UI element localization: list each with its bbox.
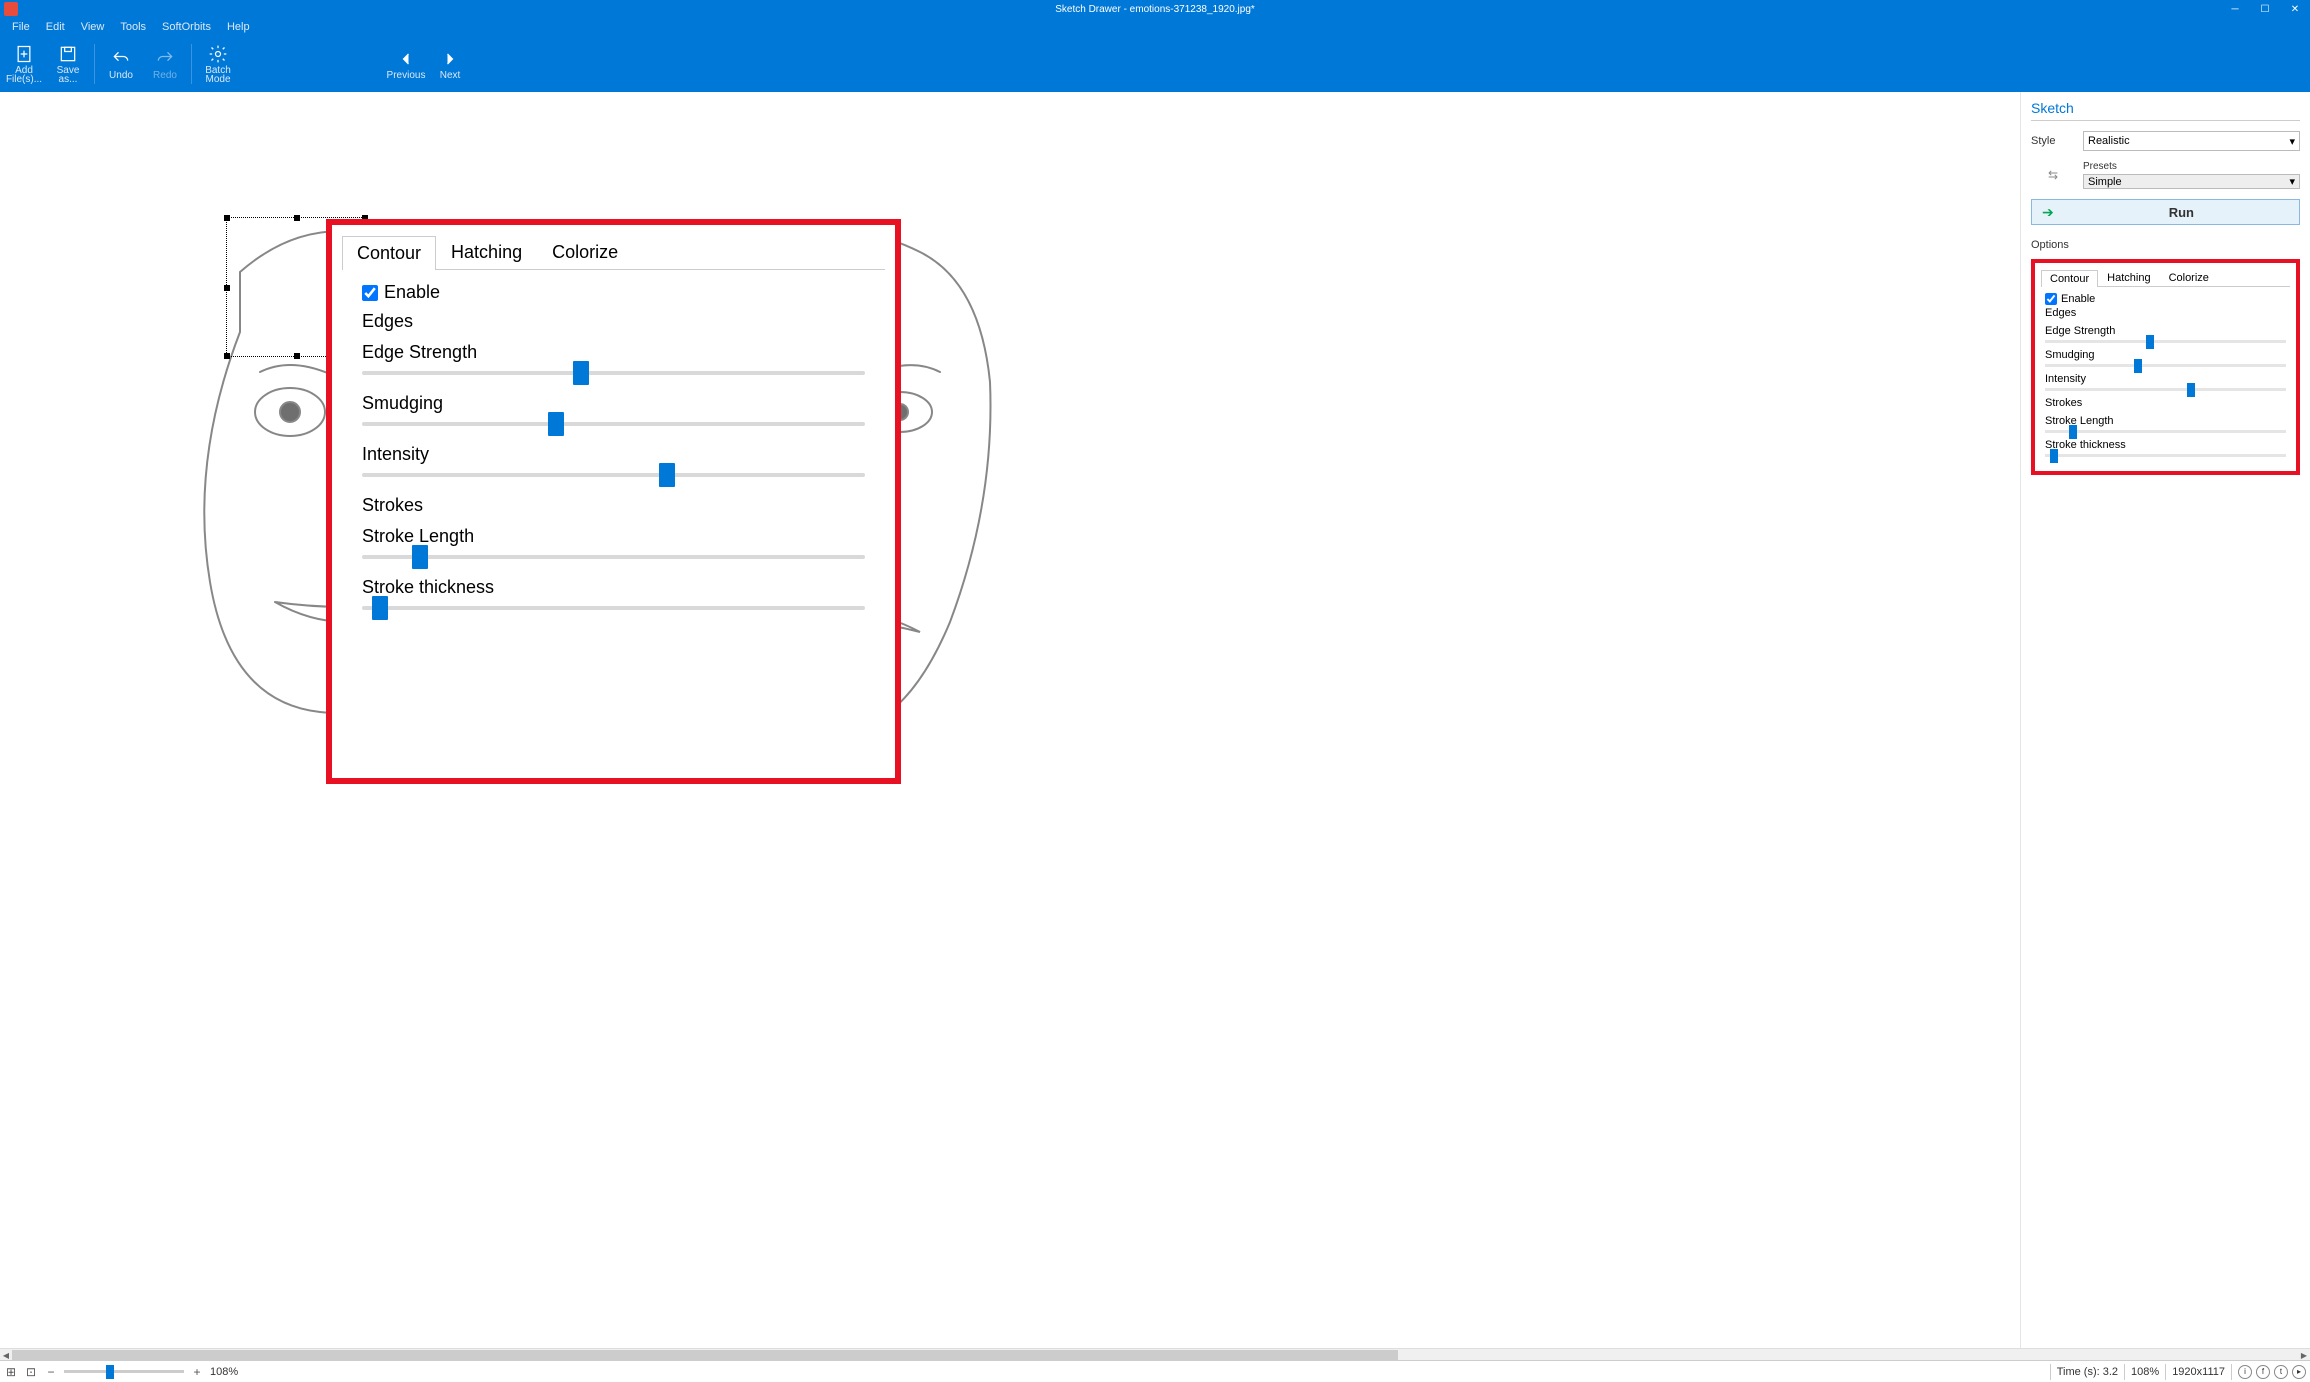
scroll-left-button[interactable]: ◀ [0, 1349, 12, 1361]
sp-edges-section: Edges [2045, 307, 2286, 319]
sp-tab-hatching[interactable]: Hatching [2098, 269, 2159, 286]
status-time: Time (s): 3.2 [2057, 1366, 2118, 1378]
style-select[interactable]: Realistic ▾ [2083, 131, 2300, 151]
sp-intensity-label: Intensity [2045, 373, 2286, 385]
presets-select[interactable]: Simple ▾ [2083, 174, 2300, 189]
sp-tab-contour[interactable]: Contour [2041, 270, 2098, 287]
sp-intensity-slider[interactable] [2045, 388, 2286, 391]
close-button[interactable]: ✕ [2280, 0, 2310, 18]
save-icon [58, 44, 78, 64]
sp-edge-strength-label: Edge Strength [2045, 325, 2286, 337]
side-panel-title: Sketch [2031, 100, 2300, 121]
window-title: Sketch Drawer - emotions-371238_1920.jpg… [1055, 4, 1255, 15]
save-as-button[interactable]: Saveas... [48, 39, 88, 89]
menu-tools[interactable]: Tools [112, 21, 154, 33]
zoom-actual-button[interactable]: ⊡ [24, 1365, 38, 1379]
sp-strokes-section: Strokes [2045, 397, 2286, 409]
sp-stroke-thickness-slider[interactable] [2045, 454, 2286, 457]
toolbar-separator [94, 44, 95, 84]
status-dimensions: 1920x1117 [2172, 1366, 2225, 1378]
sp-smudging-label: Smudging [2045, 349, 2286, 361]
status-zoom2: 108% [2131, 1366, 2159, 1378]
menu-view[interactable]: View [73, 21, 113, 33]
sp-enable-checkbox-input[interactable] [2045, 293, 2057, 305]
stroke-length-slider[interactable] [362, 555, 865, 559]
add-file-icon [14, 44, 34, 64]
facebook-icon[interactable]: f [2256, 1365, 2270, 1379]
maximize-button[interactable]: ☐ [2250, 0, 2280, 18]
edges-section-label: Edges [362, 311, 865, 332]
titlebar: Sketch Drawer - emotions-371238_1920.jpg… [0, 0, 2310, 18]
menubar: File Edit View Tools SoftOrbits Help [0, 18, 2310, 36]
app-icon [4, 2, 18, 16]
toolbar: AddFile(s)... Saveas... Undo Redo BatchM… [0, 36, 2310, 92]
strokes-section-label: Strokes [362, 495, 865, 516]
previous-button[interactable]: Previous [386, 39, 426, 89]
overlay-tabs: Contour Hatching Colorize [342, 235, 885, 270]
statusbar: ⊞ ⊡ − + 108% Time (s): 3.2 108% 1920x111… [0, 1360, 2310, 1382]
run-button[interactable]: ➔ Run [2031, 199, 2300, 225]
arrow-left-icon [396, 49, 416, 69]
style-label: Style [2031, 135, 2075, 147]
stroke-length-label: Stroke Length [362, 526, 865, 547]
arrow-right-icon [440, 49, 460, 69]
zoom-percent: 108% [210, 1366, 238, 1378]
intensity-label: Intensity [362, 444, 865, 465]
edge-strength-slider[interactable] [362, 371, 865, 375]
menu-edit[interactable]: Edit [38, 21, 73, 33]
undo-button[interactable]: Undo [101, 39, 141, 89]
minimize-button[interactable]: ─ [2220, 0, 2250, 18]
redo-icon [155, 49, 175, 69]
chevron-down-icon: ▾ [2289, 135, 2295, 148]
edge-strength-label: Edge Strength [362, 342, 865, 363]
sp-stroke-thickness-label: Stroke thickness [2045, 439, 2286, 451]
side-panel: Sketch Style Realistic ▾ ⇆ Presets Simpl… [2020, 92, 2310, 1348]
arrow-right-icon: ➔ [2042, 204, 2054, 221]
presets-label: Presets [2083, 161, 2127, 172]
smudging-slider[interactable] [362, 422, 865, 426]
enable-checkbox-input[interactable] [362, 285, 378, 301]
sp-stroke-length-label: Stroke Length [2045, 415, 2286, 427]
enable-checkbox[interactable]: Enable [362, 282, 865, 303]
redo-button[interactable]: Redo [145, 39, 185, 89]
scroll-right-button[interactable]: ▶ [2298, 1349, 2310, 1361]
undo-icon [111, 49, 131, 69]
sp-enable-checkbox[interactable]: Enable [2045, 293, 2286, 305]
batch-mode-button[interactable]: BatchMode [198, 39, 238, 89]
chevron-down-icon: ▾ [2289, 175, 2295, 188]
stroke-thickness-slider[interactable] [362, 606, 865, 610]
toolbar-separator [191, 44, 192, 84]
options-label: Options [2031, 239, 2300, 251]
sp-smudging-slider[interactable] [2045, 364, 2286, 367]
presets-icon[interactable]: ⇆ [2031, 168, 2075, 182]
gear-icon [208, 44, 228, 64]
sp-stroke-length-slider[interactable] [2045, 430, 2286, 433]
tab-hatching[interactable]: Hatching [436, 235, 537, 269]
sp-edge-strength-slider[interactable] [2045, 340, 2286, 343]
zoom-out-button[interactable]: − [44, 1365, 58, 1379]
tab-contour[interactable]: Contour [342, 236, 436, 270]
options-overlay-zoom: Contour Hatching Colorize Enable Edges E… [326, 219, 901, 784]
zoom-slider[interactable] [64, 1370, 184, 1373]
zoom-fit-button[interactable]: ⊞ [4, 1365, 18, 1379]
next-button[interactable]: Next [430, 39, 470, 89]
twitter-icon[interactable]: t [2274, 1365, 2288, 1379]
menu-softorbits[interactable]: SoftOrbits [154, 21, 219, 33]
info-icon[interactable]: i [2238, 1365, 2252, 1379]
youtube-icon[interactable]: ▸ [2292, 1365, 2306, 1379]
canvas-area[interactable]: Contour Hatching Colorize Enable Edges E… [0, 92, 2020, 1348]
sp-tab-colorize[interactable]: Colorize [2160, 269, 2218, 286]
menu-file[interactable]: File [4, 21, 38, 33]
scrollbar-thumb[interactable] [12, 1350, 1398, 1360]
tab-colorize[interactable]: Colorize [537, 235, 633, 269]
horizontal-scrollbar[interactable]: ◀ ▶ [0, 1348, 2310, 1360]
intensity-slider[interactable] [362, 473, 865, 477]
options-panel: Contour Hatching Colorize Enable Edges E… [2031, 259, 2300, 475]
stroke-thickness-label: Stroke thickness [362, 577, 865, 598]
menu-help[interactable]: Help [219, 21, 258, 33]
add-files-button[interactable]: AddFile(s)... [4, 39, 44, 89]
zoom-in-button[interactable]: + [190, 1365, 204, 1379]
smudging-label: Smudging [362, 393, 865, 414]
